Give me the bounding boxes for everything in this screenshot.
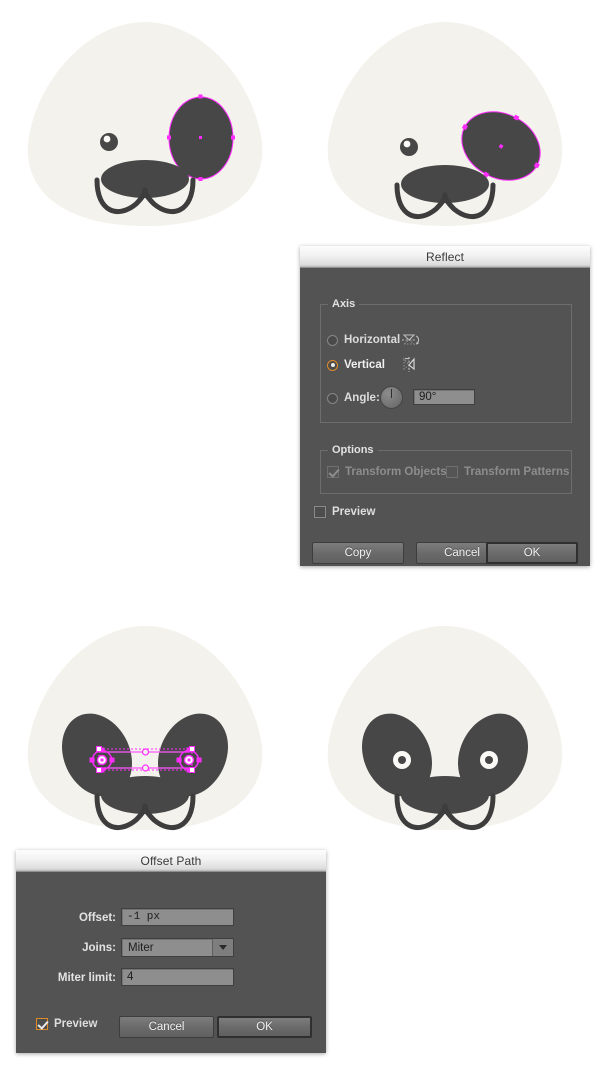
offset-path-dialog[interactable]: Offset Path Offset: -1 px Joins: Miter M… (16, 850, 326, 1053)
angle-dial-icon[interactable] (380, 386, 403, 409)
radio-axis-vertical[interactable]: Vertical (327, 359, 385, 371)
eye-right-pupil (485, 756, 493, 764)
reflect-dialog[interactable]: Reflect Axis Horizontal Vertical Angle: … (300, 246, 590, 566)
panda-step-2-art (327, 22, 563, 226)
checkbox-transform-patterns-indicator[interactable] (446, 466, 458, 478)
options-groupbox-legend: Options (328, 444, 378, 456)
checkbox-preview-label: Preview (332, 506, 376, 518)
chevron-down-icon[interactable] (212, 939, 233, 956)
checkbox-preview-label: Preview (54, 1018, 98, 1030)
eye-left (100, 133, 118, 151)
reflect-horizontal-icon (402, 334, 420, 345)
radio-horizontal-label: Horizontal (344, 334, 401, 346)
radio-horizontal-indicator[interactable] (327, 334, 338, 346)
illustration-canvas: Reflect Axis Horizontal Vertical Angle: … (0, 0, 600, 1069)
joins-select[interactable]: Miter (121, 938, 234, 957)
reflect-dialog-body: Axis Horizontal Vertical Angle: 90° Opti… (300, 268, 590, 567)
angle-input[interactable]: 90° (413, 389, 475, 405)
checkbox-preview[interactable]: Preview (36, 1018, 97, 1030)
checkbox-preview[interactable]: Preview (314, 506, 375, 518)
joins-select-value: Miter (128, 941, 154, 954)
eye-left-highlight (403, 140, 411, 148)
joins-label: Joins: (82, 942, 116, 954)
checkbox-preview-indicator[interactable] (36, 1018, 48, 1030)
checkbox-transform-objects-indicator[interactable] (327, 466, 339, 478)
panda-step-3 (14, 612, 276, 850)
reflect-vertical-icon (403, 357, 415, 372)
offset-path-body: Offset: -1 px Joins: Miter Miter limit: … (16, 872, 326, 1054)
checkbox-transform-objects-label: Transform Objects (345, 466, 447, 478)
checkbox-transform-patterns-label: Transform Patterns (464, 466, 570, 478)
miter-limit-label: Miter limit: (57, 972, 116, 984)
eye-left-pupil (398, 756, 406, 764)
axis-groupbox-legend: Axis (328, 298, 360, 310)
panda-step-1 (14, 14, 276, 244)
panda-step-2 (314, 14, 576, 244)
reflect-dialog-title: Reflect (425, 249, 465, 264)
eye-left (400, 138, 418, 156)
radio-axis-angle[interactable]: Angle: (327, 392, 380, 404)
offset-label: Offset: (78, 912, 116, 924)
radio-angle-label: Angle: (344, 392, 380, 404)
offset-path-title: Offset Path (140, 853, 202, 868)
radio-axis-horizontal[interactable]: Horizontal (327, 334, 400, 346)
panda-step-1-art (27, 22, 263, 226)
radio-vertical-label: Vertical (344, 359, 385, 371)
offset-path-titlebar[interactable]: Offset Path (16, 850, 326, 872)
reflect-dialog-titlebar[interactable]: Reflect (300, 246, 590, 268)
checkbox-preview-indicator[interactable] (314, 506, 326, 518)
miter-limit-input[interactable]: 4 (121, 968, 234, 986)
eye-left-highlight (103, 135, 111, 143)
cancel-button[interactable]: Cancel (119, 1016, 214, 1038)
offset-input[interactable]: -1 px (121, 908, 234, 926)
checkbox-transform-objects[interactable]: Transform Objects (327, 466, 447, 478)
copy-button[interactable]: Copy (312, 542, 404, 564)
radio-angle-indicator[interactable] (327, 392, 338, 404)
panda-step-3-art (27, 626, 263, 831)
panda-step-4 (314, 612, 576, 850)
checkbox-transform-patterns[interactable]: Transform Patterns (446, 466, 569, 478)
ok-button[interactable]: OK (486, 542, 578, 564)
ok-button[interactable]: OK (217, 1016, 312, 1038)
radio-vertical-indicator[interactable] (327, 359, 338, 371)
panda-step-4-art (327, 626, 563, 831)
